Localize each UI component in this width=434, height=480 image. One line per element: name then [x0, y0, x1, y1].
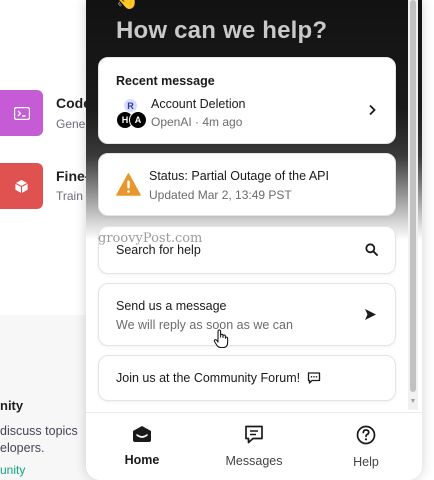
scrollbar-thumb[interactable] — [410, 0, 416, 392]
search-icon — [365, 243, 378, 256]
warning-icon — [116, 173, 141, 196]
community-forum-card[interactable]: Join us at the Community Forum! — [98, 355, 396, 401]
nav-help-tab[interactable]: Help — [326, 425, 406, 469]
app-tile-fine-tune[interactable] — [0, 163, 43, 209]
send-icon — [365, 309, 376, 320]
send-message-subtitle: We will reply as soon as we can — [116, 318, 293, 332]
avatar: A — [129, 111, 147, 129]
nav-home-tab[interactable]: Home — [102, 425, 182, 467]
watermark: groovyPost.com — [98, 231, 203, 246]
send-message-title: Send us a message — [116, 299, 227, 313]
chevron-right-icon — [369, 104, 376, 116]
status-card[interactable]: Status: Partial Outage of the API Update… — [98, 153, 396, 216]
app-subtitle-code: Gene — [56, 117, 86, 131]
app-tile-code[interactable] — [0, 90, 43, 136]
status-meta: Updated Mar 2, 13:49 PST — [149, 188, 292, 202]
nav-messages-label: Messages — [225, 454, 283, 468]
community-desc-line: discuss topics — [0, 424, 78, 438]
recent-message-meta: OpenAI · 4m ago — [151, 115, 243, 129]
terminal-icon — [13, 106, 30, 120]
cube-icon — [15, 179, 28, 193]
app-title-fine-tune[interactable]: Fine- — [56, 168, 89, 184]
widget-scroll-area: Recent message R H A Account Deletion Op… — [86, 0, 422, 412]
chat-bubble-icon — [307, 372, 320, 384]
community-description: discuss topics elopers. — [0, 423, 90, 457]
messages-icon — [245, 425, 263, 444]
status-title: Status: Partial Outage of the API — [149, 169, 329, 183]
recent-message-label: Recent message — [116, 74, 215, 88]
nav-help-label: Help — [353, 455, 379, 469]
bottom-nav: Home Messages Help — [86, 412, 422, 480]
send-message-card[interactable]: Send us a message We will reply as soon … — [98, 283, 396, 346]
recent-message-card[interactable]: Recent message R H A Account Deletion Op… — [98, 57, 396, 144]
nav-messages-tab[interactable]: Messages — [214, 425, 294, 468]
community-forum-text: Join us at the Community Forum! — [116, 371, 301, 385]
scroll-down-arrow-icon[interactable]: ▼ — [409, 398, 417, 406]
hand-cursor-icon — [213, 329, 229, 349]
nav-home-label: Home — [124, 453, 160, 467]
home-icon — [133, 426, 151, 442]
app-subtitle-fine-tune: Train — [56, 189, 83, 203]
avatar-group: R H A — [116, 98, 147, 130]
community-link[interactable]: unity — [0, 463, 25, 477]
community-title: nity — [0, 398, 24, 413]
community-forum-label: Join us at the Community Forum! — [116, 371, 321, 385]
help-icon — [356, 425, 376, 445]
recent-message-title: Account Deletion — [151, 97, 246, 111]
community-desc-line: elopers. — [0, 441, 45, 455]
